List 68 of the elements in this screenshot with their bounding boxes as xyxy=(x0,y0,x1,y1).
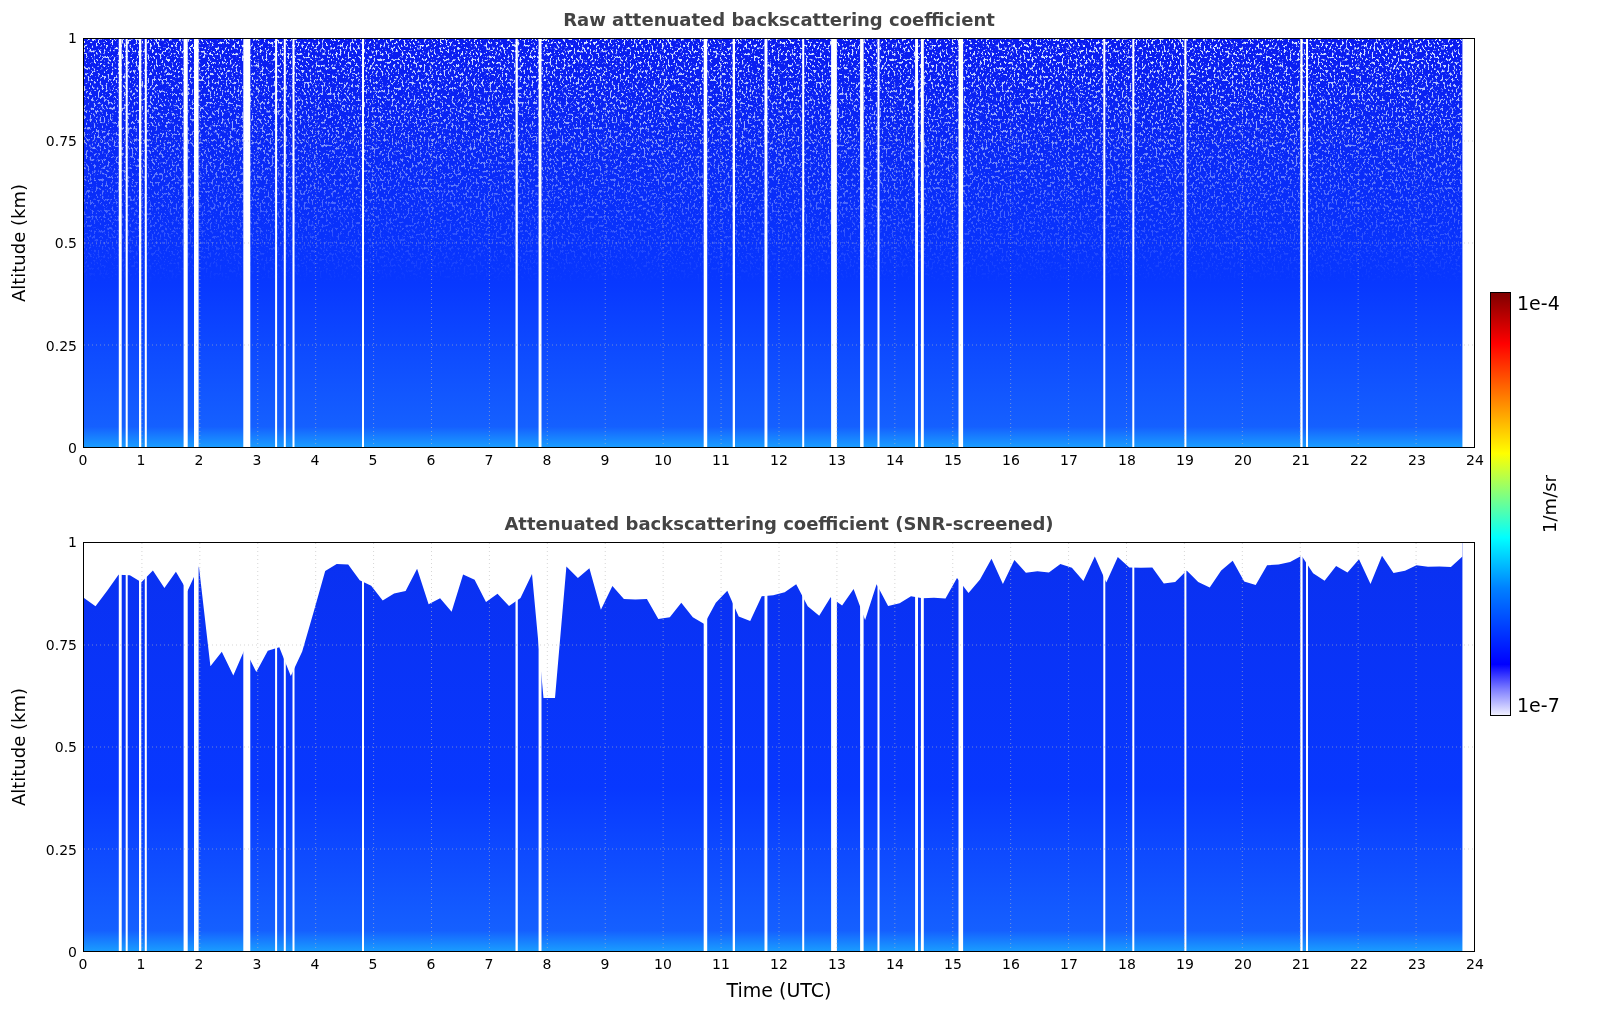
x-tick-label: 0 xyxy=(78,452,88,468)
x-tick-label: 9 xyxy=(600,956,610,972)
x-tick-label: 23 xyxy=(1408,452,1426,468)
x-tick-label: 4 xyxy=(310,452,320,468)
x-axis-label: Time (UTC) xyxy=(725,978,833,1003)
x-tick-label: 22 xyxy=(1350,956,1368,972)
colorbar-max-label: 1e-4 xyxy=(1517,292,1560,314)
x-tick-label: 7 xyxy=(484,452,494,468)
x-tick-label: 8 xyxy=(542,452,552,468)
x-tick-label: 19 xyxy=(1176,452,1194,468)
x-tick-label: 19 xyxy=(1176,956,1194,972)
x-tick-label: 21 xyxy=(1292,956,1310,972)
x-tick-label: 10 xyxy=(654,452,672,468)
colorbar-unit-label: 1/m/sr xyxy=(1538,475,1560,533)
x-tick-label: 8 xyxy=(542,956,552,972)
x-tick-label: 16 xyxy=(1002,956,1020,972)
x-tick-label: 20 xyxy=(1234,452,1252,468)
x-tick-label: 10 xyxy=(654,956,672,972)
x-tick-label: 0 xyxy=(78,956,88,972)
x-tick-label: 14 xyxy=(886,956,904,972)
y-tick-label: 0.5 xyxy=(54,235,77,251)
x-tick-label: 17 xyxy=(1060,452,1078,468)
x-tick-label: 21 xyxy=(1292,452,1310,468)
y-tick-label: 0 xyxy=(68,944,77,960)
x-tick-label: 23 xyxy=(1408,956,1426,972)
x-tick-label: 3 xyxy=(252,452,262,468)
y-tick-label: 0.75 xyxy=(45,636,77,653)
x-tick-label: 2 xyxy=(194,956,204,972)
x-tick-label: 13 xyxy=(828,452,846,468)
x-tick-label: 1 xyxy=(136,956,146,972)
y-axis-label: Altitude (km) xyxy=(7,183,29,303)
x-tick-label: 11 xyxy=(712,452,730,468)
x-tick-label: 6 xyxy=(426,956,436,972)
x-tick-label: 9 xyxy=(600,452,610,468)
x-tick-label: 24 xyxy=(1466,956,1484,972)
x-tick-label: 6 xyxy=(426,452,436,468)
x-tick-label: 7 xyxy=(484,956,494,972)
x-tick-label: 2 xyxy=(194,452,204,468)
x-tick-label: 12 xyxy=(770,452,788,468)
y-tick-label: 1 xyxy=(68,30,77,46)
x-tick-label: 18 xyxy=(1118,956,1136,972)
x-tick-label: 20 xyxy=(1234,956,1252,972)
x-tick-label: 15 xyxy=(944,452,962,468)
y-tick-label: 0 xyxy=(68,440,77,456)
x-tick-label: 16 xyxy=(1002,452,1020,468)
x-tick-label: 13 xyxy=(828,956,846,972)
y-tick-label: 0.25 xyxy=(45,841,77,858)
x-tick-label: 24 xyxy=(1466,452,1484,468)
x-tick-label: 14 xyxy=(886,452,904,468)
y-axis-label: Altitude (km) xyxy=(7,687,29,807)
x-tick-label: 18 xyxy=(1118,452,1136,468)
x-tick-label: 5 xyxy=(368,452,378,468)
x-tick-label: 11 xyxy=(712,956,730,972)
x-tick-label: 17 xyxy=(1060,956,1078,972)
y-tick-label: 0.75 xyxy=(45,132,77,149)
y-tick-label: 0.5 xyxy=(54,739,77,755)
colorbar-min-label: 1e-7 xyxy=(1517,694,1560,716)
x-tick-label: 5 xyxy=(368,956,378,972)
x-tick-label: 1 xyxy=(136,452,146,468)
chart-title: Attenuated backscattering coefficient (SNR-screened) xyxy=(503,512,1055,536)
x-tick-label: 22 xyxy=(1350,452,1368,468)
y-tick-label: 0.25 xyxy=(45,337,77,354)
x-tick-label: 4 xyxy=(310,956,320,972)
x-tick-label: 12 xyxy=(770,956,788,972)
y-tick-label: 1 xyxy=(68,534,77,550)
x-tick-label: 15 xyxy=(944,956,962,972)
x-tick-label: 3 xyxy=(252,956,262,972)
chart-title: Raw attenuated backscattering coefficient xyxy=(562,8,996,32)
